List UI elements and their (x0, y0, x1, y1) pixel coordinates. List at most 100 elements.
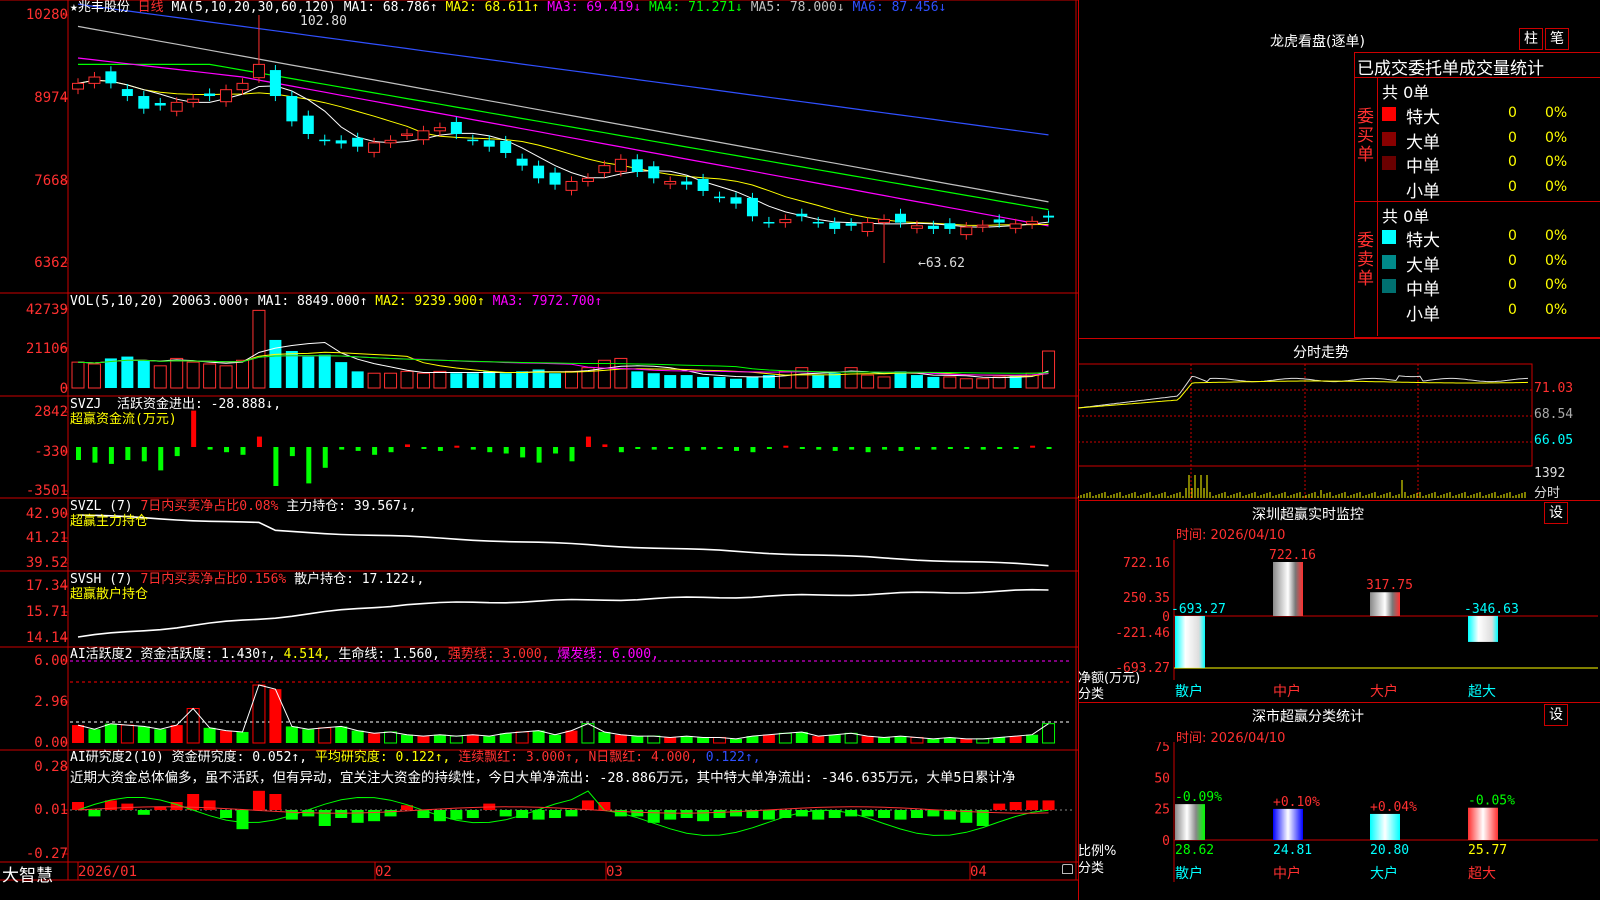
research-bar (137, 810, 150, 815)
flow-bar (980, 447, 986, 450)
activity-bar (812, 736, 825, 743)
order-count: 0 (1508, 129, 1517, 146)
ratio-bar (1273, 808, 1303, 840)
order-count: 0 (1508, 105, 1517, 121)
ai2-t5: 0.122↑, (705, 750, 761, 765)
volume-bar (121, 356, 134, 388)
activity-bar (466, 734, 479, 743)
lhb-title: 龙虎看盘(逐单) (1270, 34, 1365, 50)
tick-view-button[interactable]: 笔 (1545, 28, 1569, 50)
activity-bar (565, 730, 578, 743)
ratio-bar (1370, 813, 1400, 840)
holding-line (77, 588, 1049, 638)
activity-bar (137, 726, 150, 743)
flow-bar (191, 410, 197, 447)
flow-bar (947, 447, 953, 449)
activity-bar (203, 727, 216, 743)
activity-bar (549, 734, 562, 743)
settings-button[interactable]: 设 (1544, 502, 1568, 524)
candle (944, 223, 956, 229)
flow-bar (487, 447, 493, 453)
volume-bar (565, 370, 578, 389)
svzj-label: SVZJ (70, 397, 102, 412)
candle (352, 137, 364, 147)
axis-label: 722.16 (1123, 556, 1170, 571)
research-bar (1042, 800, 1055, 810)
research-bar (631, 810, 644, 817)
research-bar (910, 810, 923, 818)
ma-line (78, 63, 1049, 211)
ma-line (77, 57, 1049, 227)
flow-bar (882, 447, 888, 450)
sz-class-title: 深市超赢分类统计 (1252, 709, 1364, 725)
axis-label: 250.35 (1123, 591, 1170, 606)
volume-bar (697, 376, 710, 388)
activity-bar (449, 735, 463, 744)
candle (1009, 223, 1022, 229)
bar-value: 20.80 (1370, 843, 1409, 858)
ratio-bar (1175, 804, 1205, 840)
candle (252, 63, 265, 79)
order-percent: 0% (1545, 105, 1568, 121)
period-label[interactable]: 日线 (138, 0, 164, 15)
bar-change: +0.10% (1273, 795, 1320, 810)
research-bar (927, 810, 940, 817)
activity-bar (960, 738, 973, 743)
order-count: 0 (1508, 277, 1517, 293)
candle (631, 159, 643, 172)
candle (960, 226, 973, 236)
svzl-label-y: 41.21 (25, 530, 68, 546)
candle (697, 178, 709, 191)
lock-icon[interactable] (1062, 864, 1073, 874)
flow-bar (734, 447, 739, 451)
activity-bar (417, 736, 430, 743)
activity-bar (351, 730, 364, 743)
research-bar (894, 810, 907, 820)
flow-bar (816, 447, 822, 450)
date-label: 03 (606, 864, 623, 880)
order-percent: 0% (1545, 301, 1568, 318)
ai2-label-y: 0.28 (34, 759, 68, 775)
flow-bar (520, 447, 526, 458)
flow-bar (1030, 445, 1036, 448)
ai1-label-y: 0.00 (34, 735, 68, 751)
sz-monitor-chart: 722.16250.350-221.46-693.27-693.27散户722.… (1115, 540, 1598, 700)
svzl-label-y: 42.90 (25, 506, 68, 522)
sz-class-chart: 75 50 25 0 -0.09% 28.62 散户 +0.10% 24.81 中户 +0.04% 2… (1154, 742, 1598, 882)
flow-bar (832, 447, 838, 451)
volume-bar (416, 372, 430, 389)
svzj-label-y: 2842 (34, 404, 68, 420)
research-bar (1026, 800, 1039, 810)
candle (187, 98, 200, 103)
bar-view-button[interactable]: 柱 (1519, 28, 1543, 50)
order-size-label: 特大 (1406, 108, 1440, 128)
candle (895, 213, 906, 223)
volume-bar (433, 370, 447, 389)
ai1-label-y: 2.96 (34, 694, 68, 710)
activity-bar (861, 736, 874, 743)
intraday-label-y: 68.54 (1534, 407, 1574, 422)
flow-bar (536, 447, 542, 463)
candle (121, 89, 133, 97)
volume-bar (730, 378, 742, 388)
volume-bar (664, 375, 677, 388)
candle (384, 139, 397, 144)
ma-value: MA1: 68.786↑ (343, 0, 438, 15)
intraday-chart[interactable] (1078, 362, 1600, 500)
candle (138, 96, 150, 109)
svzj-label-y: -330 (34, 444, 68, 460)
activity-bar (236, 731, 249, 743)
ai2-description: 近期大资金总体偏多，虽不活跃，但有异动，宜关注大资金的持续性，今日大单净流出: … (70, 770, 1016, 786)
stock-name[interactable]: 兆丰股份 (78, 0, 130, 15)
volume-bar (549, 373, 562, 388)
flow-bar (355, 447, 361, 451)
volume-bar (778, 370, 792, 389)
low-note: ←63.62 (918, 256, 965, 271)
order-count: 0 (1508, 178, 1517, 195)
settings-button[interactable]: 设 (1544, 704, 1568, 726)
flow-bar (849, 447, 855, 450)
flow-bar (553, 447, 559, 454)
vol-label-y: 0 (59, 381, 68, 397)
flow-bar (964, 447, 970, 449)
order-percent: 0% (1545, 228, 1568, 244)
